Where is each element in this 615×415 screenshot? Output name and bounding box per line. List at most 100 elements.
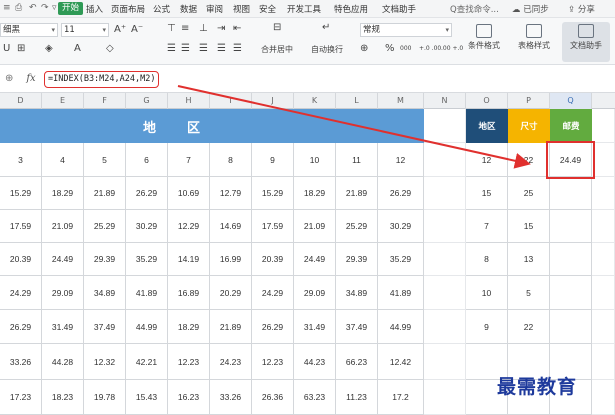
- table-cell[interactable]: 24.49: [42, 243, 84, 276]
- percent-button[interactable]: %: [385, 43, 395, 55]
- lookup-size-cell[interactable]: 22: [508, 143, 550, 177]
- table-cell[interactable]: 10.69: [168, 177, 210, 210]
- table-cell[interactable]: 44.99: [378, 310, 424, 344]
- table-cell[interactable]: 24.23: [210, 344, 252, 380]
- underline-icon[interactable]: U: [3, 43, 10, 55]
- column-header-j[interactable]: J: [252, 93, 294, 109]
- column-header-d[interactable]: D: [0, 93, 42, 109]
- tab-formulas[interactable]: 公式: [153, 3, 170, 15]
- outdent-icon[interactable]: ⇤: [233, 23, 241, 35]
- font-color-icon[interactable]: A: [74, 43, 81, 55]
- merge-icon[interactable]: ⊟: [273, 22, 281, 34]
- doc-helper-button[interactable]: 文档助手: [562, 22, 610, 62]
- lookup-size-cell[interactable]: 22: [508, 310, 550, 344]
- column-header-n[interactable]: N: [424, 93, 466, 109]
- table-cell[interactable]: 11.23: [336, 380, 378, 415]
- weight-header-cell[interactable]: 7: [168, 143, 210, 177]
- table-cell[interactable]: 24.49: [294, 243, 336, 276]
- empty-cell[interactable]: [424, 310, 466, 344]
- conditional-format-button[interactable]: 条件格式: [462, 24, 506, 51]
- lookup-size-cell[interactable]: 5: [508, 276, 550, 310]
- number-format-select[interactable]: 常规 ▾: [360, 23, 452, 37]
- table-cell[interactable]: 41.89: [378, 276, 424, 310]
- table-cell[interactable]: 20.39: [0, 243, 42, 276]
- font-shrink-icon[interactable]: A⁻: [131, 24, 143, 36]
- tab-doc-helper[interactable]: 文档助手: [382, 3, 416, 15]
- table-cell[interactable]: 33.26: [0, 344, 42, 380]
- justify-icon[interactable]: ☰: [217, 43, 226, 55]
- table-cell[interactable]: 12.79: [210, 177, 252, 210]
- column-header-i[interactable]: I: [210, 93, 252, 109]
- table-cell[interactable]: 41.89: [126, 276, 168, 310]
- table-cell[interactable]: 12.23: [252, 344, 294, 380]
- weight-header-cell[interactable]: 12: [378, 143, 424, 177]
- table-cell[interactable]: 19.78: [84, 380, 126, 415]
- table-cell[interactable]: 21.89: [210, 310, 252, 344]
- table-cell[interactable]: 21.89: [336, 177, 378, 210]
- table-cell[interactable]: 66.23: [336, 344, 378, 380]
- table-cell[interactable]: 20.29: [210, 276, 252, 310]
- table-cell[interactable]: 29.09: [294, 276, 336, 310]
- table-cell[interactable]: 18.23: [42, 380, 84, 415]
- table-cell[interactable]: 12.23: [168, 344, 210, 380]
- empty-cell[interactable]: [592, 177, 615, 210]
- table-cell[interactable]: 26.29: [0, 310, 42, 344]
- align-middle-icon[interactable]: ≡: [181, 23, 189, 35]
- table-cell[interactable]: 17.59: [0, 210, 42, 243]
- column-header-m[interactable]: M: [378, 93, 424, 109]
- empty-cell[interactable]: [592, 276, 615, 310]
- redo-icon[interactable]: ↷: [41, 3, 49, 13]
- align-center-icon[interactable]: ☰: [181, 43, 190, 55]
- merge-center-button[interactable]: 合并居中: [261, 44, 293, 55]
- table-cell[interactable]: 21.89: [84, 177, 126, 210]
- weight-header-cell[interactable]: 9: [252, 143, 294, 177]
- table-cell[interactable]: 12.42: [378, 344, 424, 380]
- table-cell[interactable]: 21.09: [294, 210, 336, 243]
- empty-cell[interactable]: [592, 210, 615, 243]
- sync-status[interactable]: ☁ 已同步: [512, 3, 549, 15]
- font-size-select[interactable]: 11 ▾: [61, 23, 109, 37]
- empty-cell[interactable]: [592, 243, 615, 276]
- weight-header-cell[interactable]: 5: [84, 143, 126, 177]
- table-cell[interactable]: 21.09: [42, 210, 84, 243]
- column-header-h[interactable]: H: [168, 93, 210, 109]
- empty-cell[interactable]: [424, 243, 466, 276]
- tab-review[interactable]: 审阅: [206, 3, 223, 15]
- table-cell[interactable]: 12.32: [84, 344, 126, 380]
- empty-cell[interactable]: [424, 109, 466, 143]
- table-cell[interactable]: 44.23: [294, 344, 336, 380]
- tab-security[interactable]: 安全: [259, 3, 276, 15]
- undo-icon[interactable]: ↶: [29, 3, 37, 13]
- table-cell[interactable]: 37.49: [84, 310, 126, 344]
- table-cell[interactable]: 44.28: [42, 344, 84, 380]
- zoom-icon[interactable]: ⊕: [5, 73, 13, 84]
- empty-cell[interactable]: [592, 109, 615, 143]
- lookup-size-cell[interactable]: 25: [508, 177, 550, 210]
- lookup-postage-cell[interactable]: [550, 276, 592, 310]
- lookup-postage-cell[interactable]: [550, 310, 592, 344]
- empty-cell[interactable]: [424, 210, 466, 243]
- table-cell[interactable]: 35.29: [378, 243, 424, 276]
- lookup-size-cell[interactable]: 13: [508, 243, 550, 276]
- lookup-region-cell[interactable]: 10: [466, 276, 508, 310]
- table-cell[interactable]: 30.29: [378, 210, 424, 243]
- empty-cell[interactable]: [424, 344, 466, 380]
- indent-icon[interactable]: ⇥: [217, 23, 225, 35]
- lookup-postage-cell[interactable]: [550, 243, 592, 276]
- tab-home[interactable]: 开始: [58, 2, 84, 15]
- tab-view[interactable]: 视图: [233, 3, 250, 15]
- table-cell[interactable]: 16.23: [168, 380, 210, 415]
- table-cell[interactable]: 16.89: [168, 276, 210, 310]
- table-cell[interactable]: 33.26: [210, 380, 252, 415]
- align-top-icon[interactable]: ⊤: [167, 23, 176, 35]
- lookup-postage-cell[interactable]: [550, 177, 592, 210]
- wrap-text-icon[interactable]: ↵: [322, 22, 330, 34]
- distribute-icon[interactable]: ☰: [233, 43, 242, 55]
- table-cell[interactable]: 24.29: [252, 276, 294, 310]
- lookup-region-cell[interactable]: 15: [466, 177, 508, 210]
- empty-cell[interactable]: [424, 143, 466, 177]
- table-cell[interactable]: 18.29: [168, 310, 210, 344]
- table-cell[interactable]: 29.39: [336, 243, 378, 276]
- lookup-region-cell[interactable]: 12: [466, 143, 508, 177]
- table-cell[interactable]: 25.29: [336, 210, 378, 243]
